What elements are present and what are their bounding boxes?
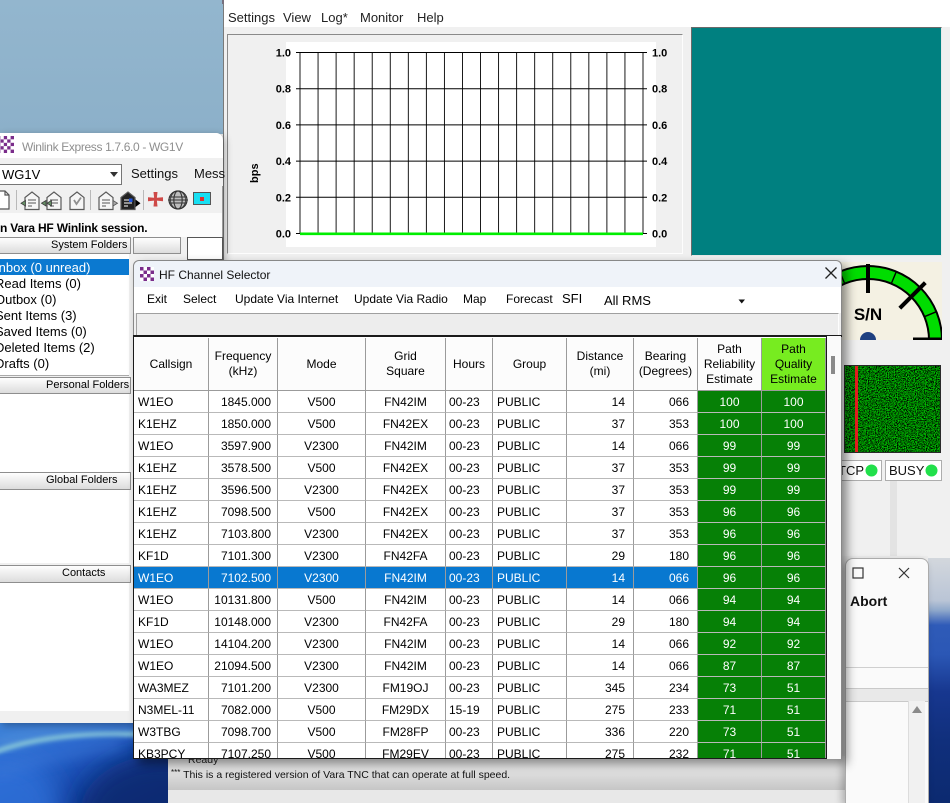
svg-text:1.0: 1.0 bbox=[652, 48, 667, 60]
svg-text:bps: bps bbox=[249, 163, 261, 183]
svg-text:0.6: 0.6 bbox=[652, 120, 667, 132]
svg-text:0.4: 0.4 bbox=[652, 156, 668, 168]
svg-text:0.2: 0.2 bbox=[652, 192, 667, 204]
svg-text:0.4: 0.4 bbox=[276, 156, 292, 168]
svg-text:0.8: 0.8 bbox=[652, 84, 667, 96]
svg-text:0.0: 0.0 bbox=[276, 229, 291, 241]
svg-text:1.0: 1.0 bbox=[276, 48, 291, 60]
svg-text:0.6: 0.6 bbox=[276, 120, 291, 132]
svg-text:0.8: 0.8 bbox=[276, 84, 291, 96]
svg-text:0.0: 0.0 bbox=[652, 229, 667, 241]
svg-text:S/N: S/N bbox=[854, 305, 882, 324]
svg-text:0.2: 0.2 bbox=[276, 192, 291, 204]
